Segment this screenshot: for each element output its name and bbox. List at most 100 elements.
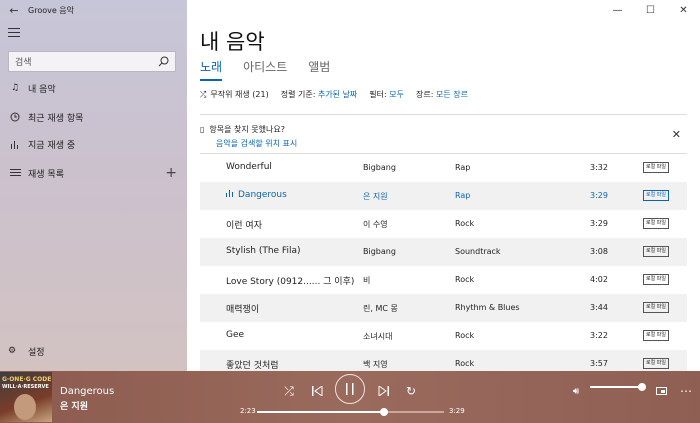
- choose-music-folders-link[interactable]: 음악을 검색할 위치 표시: [216, 138, 297, 149]
- pause-icon: [346, 383, 354, 395]
- tab-albums[interactable]: 앨범: [308, 58, 330, 81]
- sidebar-item-playlists[interactable]: 재생 목록 +: [0, 160, 187, 186]
- more-options-button[interactable]: ⋯: [676, 381, 696, 401]
- song-row[interactable]: Love Story (0912...... 그 이후) 비 Rock 4:02…: [200, 266, 687, 294]
- song-genre: Rock: [455, 359, 475, 368]
- sidebar-item-now-playing[interactable]: 지금 재생 중: [0, 131, 187, 157]
- volume-button[interactable]: 🔊︎: [566, 381, 586, 401]
- sidebar-item-label: 내 음악: [28, 84, 56, 95]
- previous-button[interactable]: [307, 381, 327, 401]
- song-row[interactable]: 매력쟁이 린, MC 몽 Rhythm & Blues 3:44 로컬 파일: [200, 294, 687, 322]
- song-row-now-playing[interactable]: Dangerous 은 지원 Rap 3:29 로컬 파일: [200, 182, 687, 210]
- sidebar-item-label: 지금 재생 중: [28, 140, 76, 151]
- search-placeholder: 검색: [15, 58, 32, 68]
- shuffle-button[interactable]: ⤮: [279, 381, 299, 401]
- song-duration: 3:44: [590, 303, 608, 312]
- song-title: 이런 여자: [226, 221, 262, 231]
- song-artist: 소녀시대: [363, 332, 393, 341]
- repeat-icon: ↻: [405, 384, 417, 398]
- gear-icon: ⚙: [8, 346, 17, 356]
- page-title: 내 음악: [200, 30, 265, 54]
- song-title: Stylish (The Fila): [226, 246, 301, 256]
- album-art-face: [14, 394, 36, 420]
- song-duration: 3:08: [590, 247, 608, 256]
- close-window-button[interactable]: ✕: [667, 0, 700, 20]
- shuffle-label: 무작위 재생 (21): [210, 90, 269, 99]
- song-genre: Rap: [455, 191, 471, 200]
- elapsed-time: 2:23: [240, 407, 256, 415]
- settings-button[interactable]: ⚙ 설정: [0, 340, 187, 362]
- seek-bar[interactable]: [257, 408, 444, 416]
- filter-label: 필터:: [369, 90, 387, 99]
- song-row[interactable]: Wonderful Bigbang Rap 3:32 로컬 파일: [200, 154, 687, 182]
- more-icon: ⋯: [680, 384, 692, 398]
- missing-items-notice: ▯ 항목을 찾지 못했나요? 음악을 검색할 위치 표시 ✕: [200, 120, 687, 152]
- mini-player-icon: [655, 387, 667, 395]
- pause-button[interactable]: [335, 374, 365, 404]
- maximize-button[interactable]: ☐: [634, 0, 667, 20]
- next-button[interactable]: [373, 381, 393, 401]
- hamburger-menu-icon[interactable]: [8, 28, 22, 40]
- minimize-icon: —: [612, 4, 623, 16]
- album-art-text-1: G·ONE·G CODE: [2, 376, 52, 383]
- song-row[interactable]: Stylish (The Fila) Bigbang Soundtrack 3:…: [200, 238, 687, 266]
- filter-bar: ⤮ 무작위 재생 (21) 정렬 기준: 추가된 날짜 필터: 모두 장르: 모…: [200, 89, 468, 100]
- sidebar-item-my-music[interactable]: ♫ 내 음악: [0, 75, 187, 101]
- equalizer-icon: [8, 140, 22, 149]
- song-genre: Rock: [455, 275, 475, 284]
- filter-dropdown[interactable]: 필터: 모두: [369, 89, 404, 100]
- speaker-icon: 🔊︎: [572, 385, 580, 397]
- song-artist: 비: [363, 276, 371, 285]
- back-arrow-icon: ←: [9, 3, 19, 17]
- notice-message: 항목을 찾지 못했나요?: [209, 125, 285, 134]
- song-row[interactable]: 이런 여자 이 수영 Rock 3:29 로컬 파일: [200, 210, 687, 238]
- now-playing-artist[interactable]: 은 지원: [60, 399, 88, 412]
- back-button[interactable]: ←: [0, 0, 28, 20]
- local-file-badge: 로컬 파일: [643, 218, 669, 229]
- song-title: 매력쟁이: [226, 305, 260, 315]
- search-input[interactable]: 검색: [8, 51, 176, 72]
- song-genre: Rock: [455, 331, 475, 340]
- song-duration: 3:57: [590, 359, 608, 368]
- local-file-badge: 로컬 파일: [643, 358, 669, 369]
- sort-dropdown[interactable]: 정렬 기준: 추가된 날짜: [281, 89, 358, 100]
- title-bar: ← Groove 음악: [0, 0, 187, 20]
- song-genre: Rhythm & Blues: [455, 303, 520, 312]
- song-duration: 3:22: [590, 331, 608, 340]
- repeat-button[interactable]: ↻: [401, 381, 421, 401]
- sidebar-item-recent[interactable]: 최근 재생 항목: [0, 104, 187, 130]
- minimize-button[interactable]: —: [601, 0, 634, 20]
- volume-slider-thumb[interactable]: [638, 383, 646, 391]
- total-time: 3:29: [449, 407, 465, 415]
- add-playlist-icon[interactable]: +: [165, 165, 177, 181]
- song-row[interactable]: Gee 소녀시대 Rock 3:22 로컬 파일: [200, 322, 687, 350]
- dismiss-notice-button[interactable]: ✕: [672, 128, 681, 141]
- song-title: Dangerous: [238, 190, 287, 200]
- genre-dropdown[interactable]: 장르: 모든 장르: [416, 89, 468, 100]
- divider: [200, 114, 687, 115]
- volume-slider[interactable]: [590, 383, 646, 391]
- song-artist: 백 지영: [363, 360, 388, 369]
- player-bar: G·ONE·G CODE WILL·A·RESERVE Dangerous 은 …: [0, 371, 700, 423]
- close-icon: ✕: [671, 128, 681, 141]
- song-artist: 은 지원: [363, 192, 388, 201]
- song-duration: 3:29: [590, 219, 608, 228]
- seek-bar-thumb[interactable]: [380, 408, 389, 416]
- local-file-badge: 로컬 파일: [643, 162, 669, 173]
- tab-artists[interactable]: 아티스트: [243, 58, 287, 81]
- shuffle-all-button[interactable]: ⤮ 무작위 재생 (21): [200, 89, 269, 100]
- tab-songs[interactable]: 노래: [200, 58, 223, 81]
- playlist-icon: [8, 169, 22, 177]
- search-icon[interactable]: [158, 56, 169, 67]
- music-note-icon: ♫: [10, 83, 20, 93]
- local-file-badge: 로컬 파일: [643, 190, 669, 201]
- song-artist: Bigbang: [363, 247, 396, 256]
- clock-icon: [8, 112, 22, 122]
- album-art[interactable]: G·ONE·G CODE WILL·A·RESERVE: [0, 372, 52, 422]
- maximize-icon: ☐: [646, 4, 655, 16]
- mini-view-button[interactable]: [651, 381, 671, 401]
- now-playing-title[interactable]: Dangerous: [60, 386, 114, 397]
- now-playing-equalizer-icon: [226, 190, 234, 200]
- sidebar-item-label: 최근 재생 항목: [28, 113, 84, 124]
- song-row[interactable]: 좋았던 것처럼 백 지영 Rock 3:57 로컬 파일: [200, 350, 687, 371]
